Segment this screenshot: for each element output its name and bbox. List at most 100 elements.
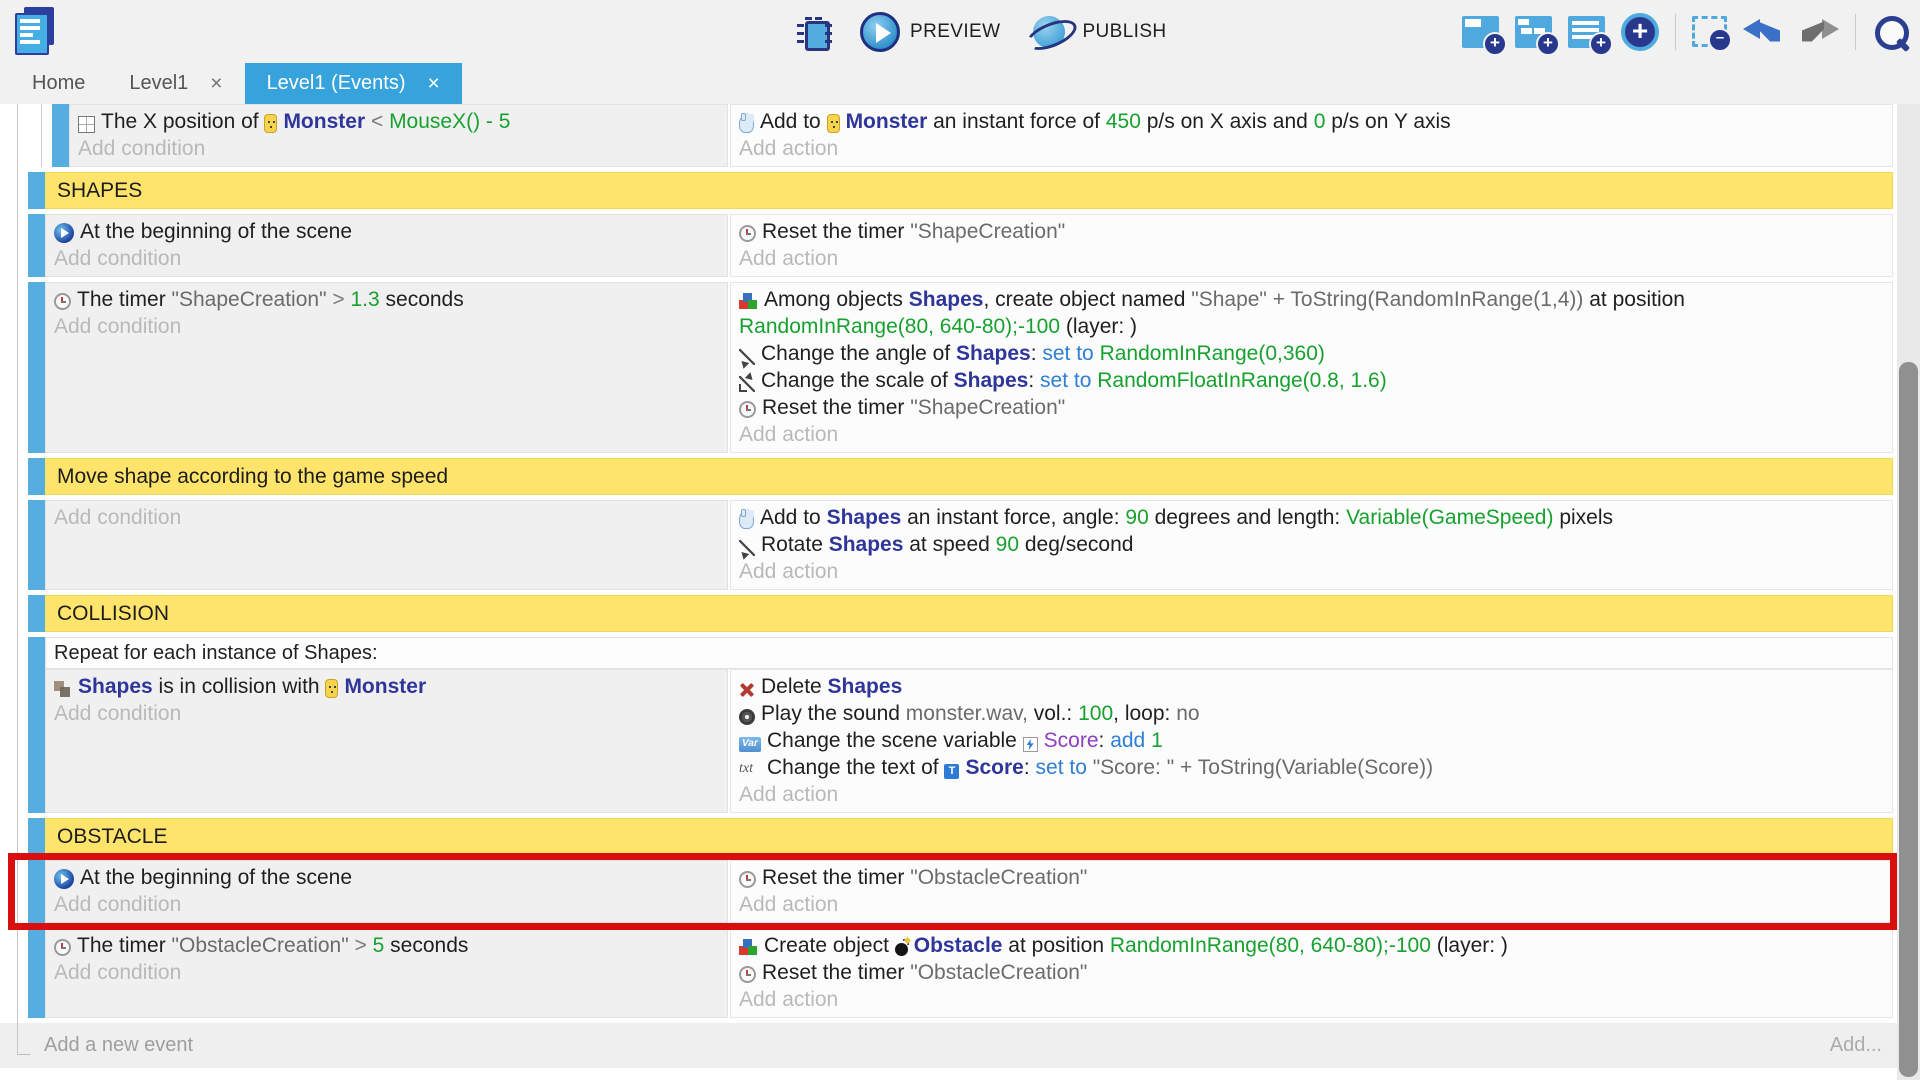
foreach-label[interactable]: Repeat for each instance of Shapes: xyxy=(45,637,1893,669)
action-line[interactable]: Change the text of Score: set to "Score:… xyxy=(739,754,1882,781)
add-condition-link[interactable]: Add condition xyxy=(54,700,717,727)
conditions-cell[interactable]: At the beginning of the sceneAdd conditi… xyxy=(45,860,728,923)
actions-cell[interactable]: Reset the timer "ObstacleCreation"Add ac… xyxy=(730,860,1893,923)
event-row[interactable]: The timer "ObstacleCreation" > 5 seconds… xyxy=(28,928,1893,1018)
close-icon[interactable]: × xyxy=(428,73,440,94)
add-condition-link[interactable]: Add condition xyxy=(54,891,717,918)
action-line[interactable]: Delete Shapes xyxy=(739,673,1882,700)
publish-button[interactable]: PUBLISH xyxy=(1026,11,1166,53)
action-line[interactable]: Create object Obstacle at position Rando… xyxy=(739,932,1882,959)
condition-line[interactable]: At the beginning of the scene xyxy=(54,864,717,891)
position-icon xyxy=(78,116,95,133)
action-line[interactable]: Reset the timer "ShapeCreation" xyxy=(739,218,1882,245)
action-line[interactable]: Change the scene variable Score: add 1 xyxy=(739,727,1882,754)
action-line[interactable]: Change the scale of Shapes: set to Rando… xyxy=(739,367,1882,394)
add-subevent-icon[interactable] xyxy=(1515,16,1552,48)
add-condition-link[interactable]: Add condition xyxy=(54,504,717,531)
conditions-cell[interactable]: Shapes is in collision with MonsterAdd c… xyxy=(45,669,728,813)
vertical-scrollbar[interactable] xyxy=(1897,104,1920,1080)
condition-line[interactable]: The timer "ShapeCreation" > 1.3 seconds xyxy=(54,286,717,313)
add-new-event-link[interactable]: Add a new event xyxy=(44,1034,193,1057)
actions-cell[interactable]: Reset the timer "ShapeCreation"Add actio… xyxy=(730,214,1893,277)
variable-icon xyxy=(739,737,761,752)
add-condition-link[interactable]: Add condition xyxy=(54,313,717,340)
action-line[interactable]: Add to Shapes an instant force, angle: 9… xyxy=(739,504,1882,531)
add-condition-link[interactable]: Add condition xyxy=(78,135,717,162)
angle-icon xyxy=(739,349,755,365)
conditions-cell[interactable]: The timer "ShapeCreation" > 1.3 secondsA… xyxy=(45,282,728,453)
timer-icon xyxy=(739,966,756,983)
add-action-link[interactable]: Add action xyxy=(739,558,1882,585)
add-condition-link[interactable]: Add condition xyxy=(54,959,717,986)
redo-icon[interactable] xyxy=(1799,16,1839,48)
add-circle-icon[interactable] xyxy=(1621,13,1659,51)
event-row[interactable]: Repeat for each instance of Shapes:Shape… xyxy=(28,637,1893,813)
add-action-link[interactable]: Add action xyxy=(739,245,1882,272)
project-manager-icon[interactable] xyxy=(12,7,58,55)
event-group-header[interactable]: COLLISION xyxy=(28,595,1893,632)
event-row[interactable]: At the beginning of the sceneAdd conditi… xyxy=(28,860,1893,923)
tab-home[interactable]: Home xyxy=(10,63,107,104)
action-line[interactable]: Reset the timer "ObstacleCreation" xyxy=(739,959,1882,986)
condition-line[interactable]: The timer "ObstacleCreation" > 5 seconds xyxy=(54,932,717,959)
event-row[interactable]: At the beginning of the sceneAdd conditi… xyxy=(28,214,1893,277)
close-icon[interactable]: × xyxy=(210,73,222,94)
timer-icon xyxy=(739,871,756,888)
event-color-bar xyxy=(28,928,45,1018)
preview-label: PREVIEW xyxy=(910,21,1000,43)
add-more-link[interactable]: Add... xyxy=(1830,1034,1882,1057)
actions-cell[interactable]: Add to Monster an instant force of 450 p… xyxy=(730,104,1893,167)
add-action-link[interactable]: Add action xyxy=(739,781,1882,808)
actions-cell[interactable]: Among objects Shapes, create object name… xyxy=(730,282,1893,453)
add-comment-icon[interactable] xyxy=(1568,16,1605,48)
add-action-link[interactable]: Add action xyxy=(739,986,1882,1013)
event-group-header[interactable]: OBSTACLE xyxy=(28,818,1893,855)
conditions-cell[interactable]: The timer "ObstacleCreation" > 5 seconds… xyxy=(45,928,728,1018)
undo-icon[interactable] xyxy=(1743,16,1783,48)
scene-begin-icon xyxy=(54,869,74,889)
remove-selection-icon[interactable] xyxy=(1692,16,1727,47)
add-condition-link[interactable]: Add condition xyxy=(54,245,717,272)
action-line[interactable]: Play the sound monster.wav, vol.: 100, l… xyxy=(739,700,1882,727)
actions-cell[interactable]: Add to Shapes an instant force, angle: 9… xyxy=(730,500,1893,590)
condition-line[interactable]: At the beginning of the scene xyxy=(54,218,717,245)
scrollbar-thumb[interactable] xyxy=(1899,362,1918,1077)
add-action-link[interactable]: Add action xyxy=(739,135,1882,162)
event-row[interactable]: The X position of Monster < MouseX() - 5… xyxy=(28,104,1893,167)
event-color-bar xyxy=(28,458,45,495)
actions-cell[interactable]: Create object Obstacle at position Rando… xyxy=(730,928,1893,1018)
add-action-link[interactable]: Add action xyxy=(739,421,1882,448)
event-color-bar xyxy=(28,500,45,590)
conditions-cell[interactable]: The X position of Monster < MouseX() - 5… xyxy=(69,104,728,167)
add-action-link[interactable]: Add action xyxy=(739,891,1882,918)
event-color-bar xyxy=(28,282,45,453)
action-line[interactable]: Change the angle of Shapes: set to Rando… xyxy=(739,340,1882,367)
tab-level1-events-[interactable]: Level1 (Events)× xyxy=(245,63,462,104)
play-icon xyxy=(860,12,900,52)
conditions-cell[interactable]: At the beginning of the sceneAdd conditi… xyxy=(45,214,728,277)
event-group-header[interactable]: Move shape according to the game speed xyxy=(28,458,1893,495)
event-row[interactable]: Add condition Add to Shapes an instant fo… xyxy=(28,500,1893,590)
condition-line[interactable]: The X position of Monster < MouseX() - 5 xyxy=(78,108,717,135)
preview-button[interactable]: PREVIEW xyxy=(860,12,1000,52)
action-line[interactable]: Reset the timer "ShapeCreation" xyxy=(739,394,1882,421)
action-line[interactable]: Rotate Shapes at speed 90 deg/second xyxy=(739,531,1882,558)
tab-level1[interactable]: Level1× xyxy=(107,63,244,104)
action-line[interactable]: Reset the timer "ObstacleCreation" xyxy=(739,864,1882,891)
globe-icon xyxy=(1026,11,1072,53)
event-row[interactable]: The timer "ShapeCreation" > 1.3 secondsA… xyxy=(28,282,1893,453)
conditions-cell[interactable]: Add condition xyxy=(45,500,728,590)
events-editor: The X position of Monster < MouseX() - 5… xyxy=(0,104,1920,1068)
event-group-header[interactable]: SHAPES xyxy=(28,172,1893,209)
action-line[interactable]: Add to Monster an instant force of 450 p… xyxy=(739,108,1882,135)
action-line[interactable]: Among objects Shapes, create object name… xyxy=(739,286,1882,340)
condition-line[interactable]: Shapes is in collision with Monster xyxy=(54,673,717,700)
toolbar-divider xyxy=(1855,14,1856,50)
search-icon[interactable] xyxy=(1872,13,1910,51)
actions-cell[interactable]: Delete ShapesPlay the sound monster.wav,… xyxy=(730,669,1893,813)
toolbar-divider xyxy=(1675,14,1676,50)
toolbar-right xyxy=(1462,0,1910,63)
debug-icon[interactable] xyxy=(796,14,834,50)
scale-icon xyxy=(739,376,755,392)
add-event-icon[interactable] xyxy=(1462,16,1499,48)
